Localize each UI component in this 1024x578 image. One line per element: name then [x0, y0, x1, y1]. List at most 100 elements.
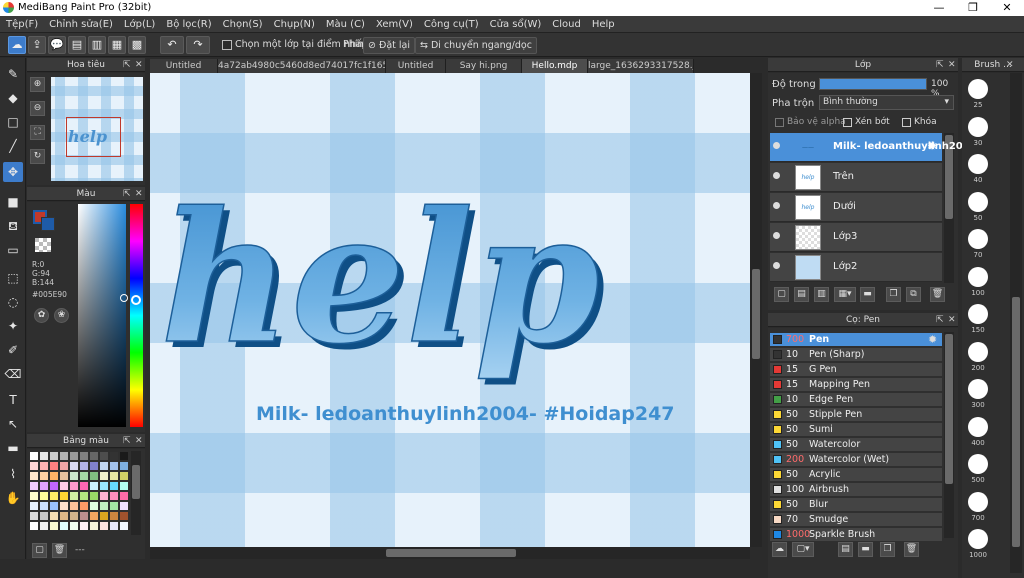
brush-item[interactable]: 700 Pen ✹	[770, 333, 942, 347]
eye-icon[interactable]	[773, 202, 780, 209]
palette-swatch[interactable]	[39, 511, 49, 521]
folder-icon[interactable]: ▬	[860, 287, 875, 302]
palette-swatch[interactable]	[59, 461, 69, 471]
palette-swatch[interactable]	[59, 491, 69, 501]
menu-tools[interactable]: Công cụ(T)	[418, 16, 484, 33]
eye-icon[interactable]	[773, 172, 780, 179]
palette-swatch[interactable]	[99, 501, 109, 511]
palette-swatch[interactable]	[29, 511, 39, 521]
merge-icon[interactable]: ⧉	[906, 287, 921, 302]
hue-handle[interactable]	[131, 295, 141, 305]
popout-icon[interactable]: ⇱	[123, 58, 131, 72]
layer-menu-icon[interactable]: ▦▾	[834, 287, 856, 302]
palette-swatch[interactable]	[109, 501, 119, 511]
brush-item[interactable]: 50 Stipple Pen	[770, 408, 942, 422]
palette-swatch[interactable]	[109, 461, 119, 471]
palette-swatch[interactable]	[39, 471, 49, 481]
brush-item[interactable]: 70 Smudge	[770, 513, 942, 527]
layer-row[interactable]: Lớp2	[770, 253, 942, 282]
palette-swatch[interactable]	[59, 501, 69, 511]
palette-swatch[interactable]	[29, 481, 39, 491]
palette-swatch[interactable]	[49, 471, 59, 481]
brush-size-dot[interactable]	[968, 491, 988, 512]
page-icon[interactable]: ▥	[88, 36, 106, 54]
popout-icon[interactable]: ⇱	[123, 187, 131, 201]
divide-tool-icon[interactable]: ▬	[3, 438, 23, 458]
palette-swatch[interactable]	[99, 451, 109, 461]
palette-swatch[interactable]	[109, 451, 119, 461]
brush-size-scrollbar[interactable]	[1010, 73, 1022, 573]
palette-swatch[interactable]	[59, 481, 69, 491]
palette-swatch[interactable]	[119, 471, 129, 481]
brush-item[interactable]: 50 Watercolor	[770, 438, 942, 452]
palette-swatch[interactable]	[29, 451, 39, 461]
comment-icon[interactable]: 💬	[48, 36, 66, 54]
brush-item[interactable]: 15 G Pen	[770, 363, 942, 377]
brush-item[interactable]: 50 Blur	[770, 498, 942, 512]
palette-swatch[interactable]	[69, 451, 79, 461]
new-layer-1bit-icon[interactable]: ▥	[814, 287, 829, 302]
new-palette-icon[interactable]: ▢	[32, 543, 47, 558]
lasso-icon[interactable]: ◌	[3, 292, 23, 312]
popout-icon[interactable]: ⇱	[123, 434, 131, 448]
select-layer-checkbox[interactable]	[222, 40, 232, 50]
palette-swatch[interactable]	[119, 521, 129, 531]
menu-select[interactable]: Chọn(S)	[217, 16, 268, 33]
tab-jpg[interactable]: 4a72ab4980c5460d8ed74017fc1f165d.jpg	[218, 59, 386, 73]
brush-size-dot[interactable]	[968, 116, 988, 137]
delete-layer-icon[interactable]: 🗑	[930, 287, 945, 302]
palette-swatch[interactable]	[109, 471, 119, 481]
brush-scrollbar[interactable]	[944, 332, 954, 538]
close-icon[interactable]: ✕	[135, 434, 143, 448]
saturation-value-picker[interactable]	[78, 204, 126, 427]
select-pen-icon[interactable]: ✐	[3, 340, 23, 360]
palette-swatch[interactable]	[119, 491, 129, 501]
brush-size-dot[interactable]	[968, 379, 988, 399]
select-eraser-icon[interactable]: ⌫	[3, 364, 23, 384]
palette-swatch[interactable]	[79, 501, 89, 511]
lock-checkbox[interactable]	[902, 118, 911, 127]
tab-say-hi[interactable]: Say hi.png	[446, 59, 522, 73]
palette-swatch[interactable]	[79, 521, 89, 531]
fit-icon[interactable]: ⛶	[30, 125, 45, 140]
bucket-tool-icon[interactable]: ⛾	[3, 216, 23, 236]
brush-size-dot[interactable]	[968, 529, 988, 549]
menu-view[interactable]: Xem(V)	[370, 16, 418, 33]
background-swatch[interactable]	[41, 217, 55, 231]
menu-edit[interactable]: Chỉnh sửa(E)	[43, 16, 118, 33]
eye-icon[interactable]	[773, 232, 780, 239]
protect-alpha-checkbox[interactable]	[775, 118, 784, 127]
palette-swatch[interactable]	[69, 501, 79, 511]
duplicate-icon[interactable]: ❐	[886, 287, 901, 302]
palette-swatch[interactable]	[49, 511, 59, 521]
palette-swatch[interactable]	[79, 481, 89, 491]
tab-untitled-2[interactable]: Untitled	[386, 59, 446, 73]
palette-swatch[interactable]	[119, 461, 129, 471]
menu-filter[interactable]: Bộ lọc(R)	[160, 16, 216, 33]
brush-item[interactable]: 50 Acrylic	[770, 468, 942, 482]
brush-copy-icon[interactable]: ▤	[838, 542, 853, 557]
brush-folder-icon[interactable]: ▬	[858, 542, 873, 557]
palette-swatch[interactable]	[79, 471, 89, 481]
popout-icon[interactable]: ⇱	[936, 58, 944, 72]
gradient-tool-icon[interactable]: ▭	[3, 240, 23, 260]
palette-swatch[interactable]	[89, 501, 99, 511]
palette-swatch[interactable]	[89, 521, 99, 531]
close-icon[interactable]: ✕	[135, 58, 143, 72]
palette-swatch[interactable]	[109, 521, 119, 531]
canvas-hscroll[interactable]	[150, 547, 750, 559]
fill-rect-tool-icon[interactable]: ■	[3, 192, 23, 212]
close-icon[interactable]: ✕	[1006, 58, 1014, 72]
color-adjust-icon[interactable]: ❀	[54, 308, 69, 323]
clipping-checkbox[interactable]	[843, 118, 852, 127]
undo-button[interactable]: ↶	[160, 36, 184, 54]
tile-icon[interactable]: ▩	[128, 36, 146, 54]
brush-size-dot[interactable]	[968, 454, 988, 474]
navigator-preview[interactable]: help	[51, 77, 143, 181]
hand-tool-icon[interactable]: ✋	[3, 488, 23, 508]
brush-size-dot[interactable]	[968, 341, 988, 362]
share-icon[interactable]: ⇪	[28, 36, 46, 54]
brush-size-dot[interactable]	[968, 416, 988, 437]
brush-item[interactable]: 200 Watercolor (Wet)	[770, 453, 942, 467]
palette-swatch[interactable]	[89, 481, 99, 491]
